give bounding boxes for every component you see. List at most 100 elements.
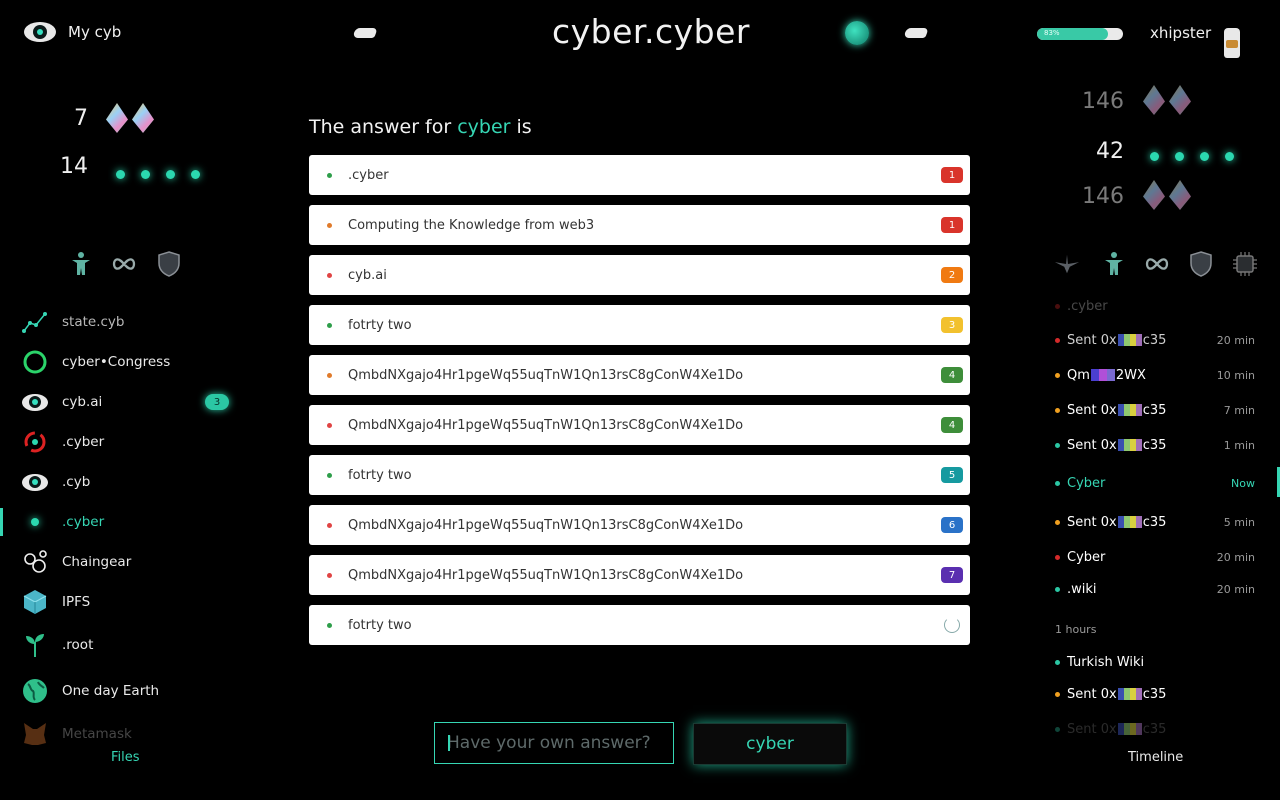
timeline-item[interactable]: Sent 0x c35 7 min bbox=[1055, 400, 1255, 420]
timeline-item[interactable]: Sent 0x c35 1 min bbox=[1055, 435, 1255, 455]
address-prefix: 0x bbox=[1100, 686, 1117, 702]
identicon bbox=[1117, 439, 1142, 451]
result-text: fotrty two bbox=[348, 617, 412, 633]
right-stat-value: 42 bbox=[1096, 139, 1124, 164]
result-row[interactable]: QmbdNXgajo4Hr1pgeWq55uqTnW1Qn13rsC8gConW… bbox=[309, 555, 970, 595]
dot-icon bbox=[22, 509, 48, 535]
dot-icon bbox=[141, 170, 150, 179]
timeline-group-label: 1 hours bbox=[1055, 623, 1097, 636]
avatar[interactable] bbox=[1224, 28, 1240, 58]
my-cyb-link[interactable]: My cyb bbox=[24, 22, 121, 42]
timeline-item[interactable]: Turkish Wiki bbox=[1055, 652, 1255, 672]
globe-icon[interactable] bbox=[845, 21, 869, 45]
timeline-prefix: Cyber bbox=[1067, 549, 1106, 565]
robot-icon[interactable] bbox=[1101, 251, 1127, 277]
user-name[interactable]: xhipster bbox=[1150, 24, 1211, 42]
sidebar-item-label: .root bbox=[62, 637, 94, 653]
status-dot bbox=[327, 172, 332, 178]
heading-prefix: The answer for bbox=[309, 116, 452, 138]
sidebar-item-dot-cyber-active[interactable]: .cyber bbox=[22, 506, 104, 538]
address-prefix: 0x bbox=[1100, 437, 1117, 453]
answer-heading: The answer for cyber is bbox=[309, 116, 532, 138]
infinity-icon[interactable] bbox=[1144, 251, 1170, 277]
timeline-text: Cyber bbox=[1067, 550, 1105, 565]
timeline-text: Qm 2WX bbox=[1067, 368, 1146, 383]
rank-badge: 6 bbox=[941, 517, 963, 533]
crystal-icon bbox=[1169, 180, 1191, 210]
result-row[interactable]: fotrty two 5 bbox=[309, 455, 970, 495]
timeline-time: 5 min bbox=[1223, 515, 1255, 529]
page-title: cyber.cyber bbox=[552, 12, 750, 51]
status-dot bbox=[327, 622, 332, 628]
crystal-icon bbox=[1169, 85, 1191, 115]
timeline-item[interactable]: Cyber Now bbox=[1055, 473, 1255, 493]
result-text: cyb.ai bbox=[348, 267, 387, 283]
sidebar-item-label: Metamask bbox=[62, 726, 132, 742]
sidebar-item-root[interactable]: .root bbox=[22, 629, 93, 661]
timeline-prefix: Sent bbox=[1067, 437, 1097, 453]
sidebar-item-chaingear[interactable]: Chaingear bbox=[22, 546, 131, 578]
status-dot bbox=[1055, 372, 1060, 378]
status-dot bbox=[327, 522, 332, 528]
sidebar-item-one-day-earth[interactable]: One day Earth bbox=[22, 675, 159, 707]
result-row[interactable]: fotrty two 3 bbox=[309, 305, 970, 345]
status-dot bbox=[1055, 407, 1060, 413]
submit-answer-button[interactable]: cyber bbox=[693, 723, 847, 765]
timeline-item[interactable]: .wiki 20 min bbox=[1055, 579, 1255, 599]
crystal-icon bbox=[1143, 85, 1165, 115]
result-row[interactable]: Computing the Knowledge from web3 1 bbox=[309, 205, 970, 245]
timeline-item[interactable]: Sent 0x c35 20 min bbox=[1055, 330, 1255, 350]
sidebar-item-dot-cyb[interactable]: .cyb bbox=[22, 466, 90, 498]
rank-badge: 7 bbox=[941, 567, 963, 583]
files-link[interactable]: Files bbox=[111, 750, 140, 765]
dot-icon bbox=[1225, 152, 1234, 161]
sidebar-item-cyber-congress[interactable]: cyber•Congress bbox=[22, 346, 170, 378]
cloud-icon-left[interactable] bbox=[352, 28, 378, 38]
timeline-text: Sent 0x c35 bbox=[1067, 515, 1166, 530]
shield-icon[interactable] bbox=[156, 251, 182, 277]
timeline-text: Cyber bbox=[1067, 476, 1105, 491]
identicon bbox=[1090, 369, 1115, 381]
result-row[interactable]: QmbdNXgajo4Hr1pgeWq55uqTnW1Qn13rsC8gConW… bbox=[309, 405, 970, 445]
sidebar-item-label: .cyber bbox=[62, 514, 105, 530]
timeline-item[interactable]: Sent 0x c35 5 min bbox=[1055, 512, 1255, 532]
sidebar-item-ipfs[interactable]: IPFS bbox=[22, 586, 90, 618]
gears-icon bbox=[22, 549, 48, 575]
result-row[interactable]: .cyber 1 bbox=[309, 155, 970, 195]
timeline-item[interactable]: Sent 0x c35 bbox=[1055, 719, 1255, 739]
address-prefix: 0x bbox=[1100, 332, 1117, 348]
rank-badge: 4 bbox=[941, 417, 963, 433]
sidebar-item-state-cyb[interactable]: state.cyb bbox=[22, 306, 124, 338]
heading-suffix: is bbox=[516, 116, 532, 138]
timeline-time: 20 min bbox=[1216, 333, 1255, 347]
heading-query[interactable]: cyber bbox=[457, 116, 510, 138]
status-dot bbox=[1055, 337, 1060, 343]
timeline-item[interactable]: Qm 2WX 10 min bbox=[1055, 365, 1255, 385]
chip-icon[interactable] bbox=[1232, 251, 1258, 277]
loading-spinner-icon bbox=[944, 617, 960, 633]
status-dot bbox=[327, 272, 332, 278]
timeline-text: .wiki bbox=[1067, 582, 1097, 597]
sidebar-item-metamask[interactable]: Metamask bbox=[22, 718, 132, 750]
result-row[interactable]: fotrty two bbox=[309, 605, 970, 645]
timeline-text: Sent 0x c35 bbox=[1067, 333, 1166, 348]
sidebar-item-dot-cyber[interactable]: .cyber bbox=[22, 426, 104, 458]
answer-input[interactable] bbox=[434, 722, 674, 764]
timeline-link[interactable]: Timeline bbox=[1128, 750, 1183, 765]
shield-icon[interactable] bbox=[1188, 251, 1214, 277]
result-text: QmbdNXgajo4Hr1pgeWq55uqTnW1Qn13rsC8gConW… bbox=[348, 417, 744, 433]
status-dot bbox=[1055, 519, 1060, 525]
result-row[interactable]: QmbdNXgajo4Hr1pgeWq55uqTnW1Qn13rsC8gConW… bbox=[309, 505, 970, 545]
sidebar-item-cyb-ai[interactable]: cyb.ai 3 bbox=[22, 386, 242, 418]
my-cyb-label: My cyb bbox=[68, 23, 122, 41]
timeline-item[interactable]: Cyber 20 min bbox=[1055, 547, 1255, 567]
infinity-icon[interactable] bbox=[111, 251, 137, 277]
result-row[interactable]: cyb.ai 2 bbox=[309, 255, 970, 295]
status-dot bbox=[327, 372, 332, 378]
result-row[interactable]: QmbdNXgajo4Hr1pgeWq55uqTnW1Qn13rsC8gConW… bbox=[309, 355, 970, 395]
bird-icon[interactable] bbox=[1054, 251, 1080, 277]
timeline-item[interactable]: Sent 0x c35 bbox=[1055, 684, 1255, 704]
result-text: fotrty two bbox=[348, 317, 412, 333]
robot-icon[interactable] bbox=[68, 251, 94, 277]
cloud-icon-right[interactable] bbox=[903, 28, 929, 38]
